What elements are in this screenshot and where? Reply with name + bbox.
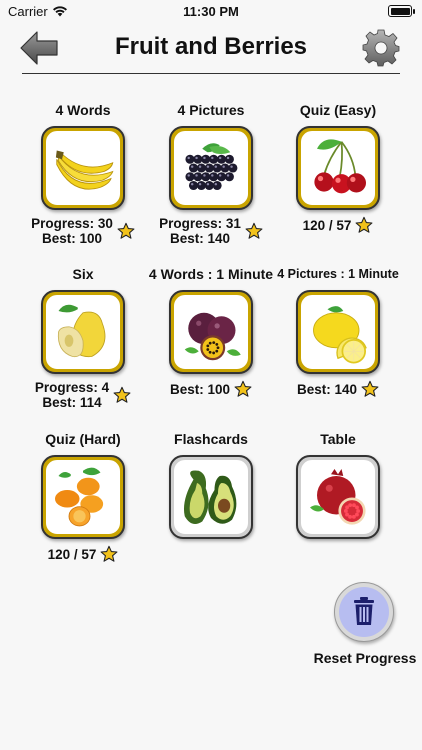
tile-stat-line1: Best: 100	[169, 381, 231, 397]
tile-label: Flashcards	[174, 431, 248, 447]
mode-tile-quince: Six Progress: 4 Best: 114	[18, 264, 148, 410]
star-icon	[100, 545, 118, 562]
mode-tile-pomegranate: Table	[273, 429, 403, 539]
star-icon	[245, 222, 263, 239]
mode-tile-lemon: 4 Pictures : 1 Minute Best: 140	[273, 264, 403, 398]
tile-label: 4 Words : 1 Minute	[148, 266, 274, 282]
reset-progress-button[interactable]	[334, 582, 394, 642]
page-title: Fruit and Berries	[114, 33, 308, 60]
status-bar: Carrier 11:30 PM	[0, 0, 422, 24]
tile-button-kumquat[interactable]	[41, 455, 125, 539]
star-icon	[361, 380, 379, 397]
trash-icon	[354, 597, 374, 625]
tile-stat-line1: 120 / 57	[47, 546, 97, 562]
pomegranate-icon	[301, 460, 375, 534]
mode-tile-avocado: Flashcards	[146, 429, 276, 539]
gear-icon[interactable]	[362, 29, 400, 67]
cherry-icon	[301, 131, 375, 205]
tile-label: 4 Words	[55, 102, 111, 118]
mode-tile-cherry: Quiz (Easy) 120 / 57	[273, 100, 403, 234]
tile-label: 4 Pictures : 1 Minute	[277, 267, 399, 281]
quince-icon	[46, 295, 120, 369]
tile-stat-line2: Best: 140	[169, 231, 231, 246]
kumquat-icon	[46, 460, 120, 534]
star-icon	[234, 380, 252, 397]
tile-stats: Progress: 30 Best: 100	[18, 216, 148, 246]
tile-stat-line1: Progress: 30	[31, 216, 113, 231]
star-icon	[355, 216, 373, 233]
tile-button-banana[interactable]	[41, 126, 125, 210]
passion-fruit-icon	[174, 295, 248, 369]
tile-stats: Progress: 31 Best: 140	[146, 216, 276, 246]
mode-tile-passion-fruit: 4 Words : 1 Minute Best: 100	[146, 264, 276, 398]
tile-stat-line1: 120 / 57	[302, 217, 352, 233]
tile-stats: Progress: 4 Best: 114	[18, 380, 148, 410]
tile-button-cherry[interactable]	[296, 126, 380, 210]
tile-stat-line2: Best: 114	[42, 395, 102, 410]
avocado-icon	[174, 460, 248, 534]
battery-icon	[388, 5, 415, 17]
mode-tile-kumquat: Quiz (Hard) 120 / 57	[18, 429, 148, 563]
star-icon	[117, 222, 135, 239]
nav-bar: Fruit and Berries	[0, 24, 422, 74]
tile-stat-line1: Best: 140	[296, 381, 358, 397]
tile-button-avocado[interactable]	[169, 455, 253, 539]
tile-label: Quiz (Hard)	[45, 431, 121, 447]
tile-stat-line1: Progress: 4	[34, 380, 110, 395]
blackberry-icon	[174, 131, 248, 205]
tile-button-lemon[interactable]	[296, 290, 380, 374]
tile-label: Six	[72, 266, 94, 282]
tile-button-passion-fruit[interactable]	[169, 290, 253, 374]
mode-tile-blackberry: 4 Pictures Progress: 31 Best: 140	[146, 100, 276, 246]
tile-button-blackberry[interactable]	[169, 126, 253, 210]
header-divider	[22, 73, 400, 74]
tile-label: Table	[320, 431, 356, 447]
tile-stat-line2: Best: 100	[41, 231, 103, 246]
tile-button-quince[interactable]	[41, 290, 125, 374]
tile-stats: Best: 140	[273, 380, 403, 398]
tile-stats: 120 / 57	[273, 216, 403, 234]
tile-stats: 120 / 57	[18, 545, 148, 563]
tile-label: Quiz (Easy)	[299, 102, 377, 118]
tile-label: 4 Pictures	[177, 102, 245, 118]
mode-tile-banana: 4 Words Progress: 30 Best: 100	[18, 100, 148, 246]
tile-button-pomegranate[interactable]	[296, 455, 380, 539]
reset-progress-label: Reset Progress	[313, 650, 417, 666]
tile-stat-line1: Progress: 31	[159, 216, 241, 231]
tile-stats: Best: 100	[146, 380, 276, 398]
clock: 11:30 PM	[183, 4, 239, 19]
banana-icon	[46, 131, 120, 205]
lemon-icon	[301, 295, 375, 369]
star-icon	[113, 386, 131, 403]
